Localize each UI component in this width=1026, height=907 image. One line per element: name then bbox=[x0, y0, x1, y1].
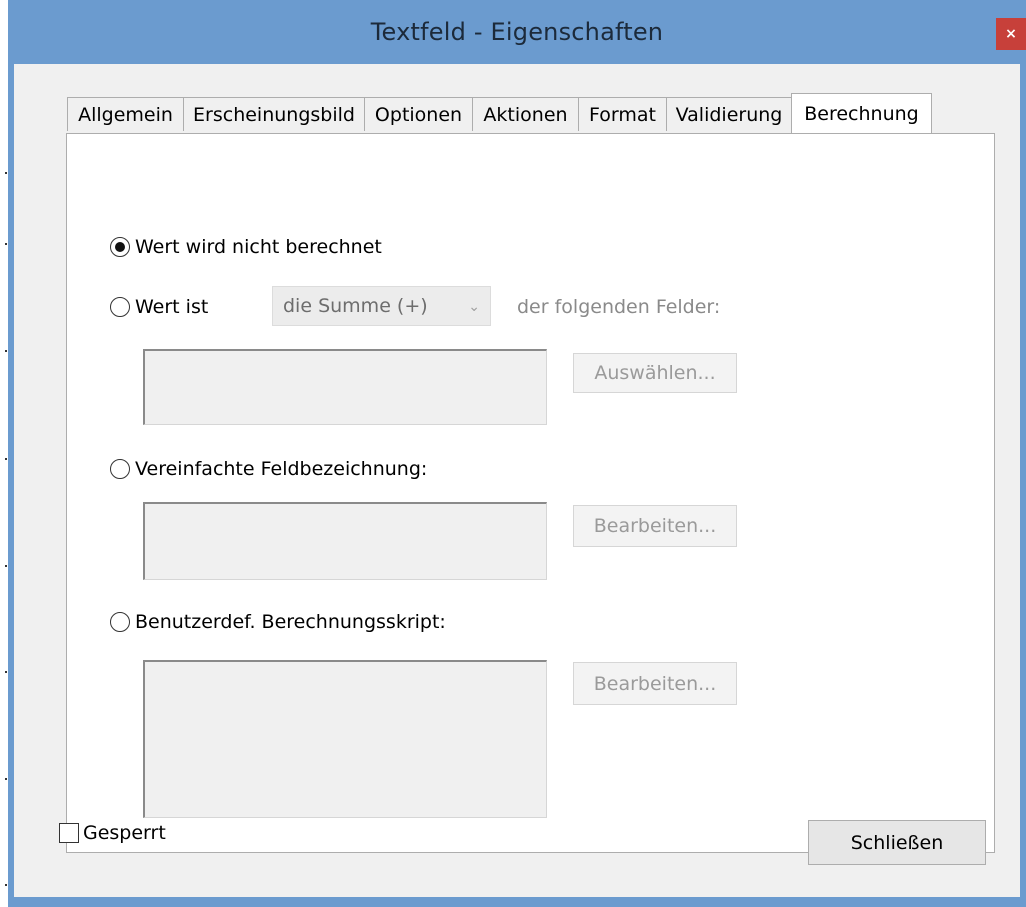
locked-checkbox[interactable] bbox=[59, 823, 79, 843]
edge-marker bbox=[5, 884, 7, 886]
operation-dropdown[interactable]: die Summe (+) ⌄ bbox=[272, 286, 491, 326]
locked-checkbox-row[interactable]: Gesperrt bbox=[59, 822, 166, 844]
option-not-calculated[interactable]: Wert wird nicht berechnet bbox=[110, 236, 382, 258]
tab-format[interactable]: Format bbox=[578, 97, 667, 131]
chevron-down-icon: ⌄ bbox=[468, 299, 480, 315]
edge-marker bbox=[5, 778, 7, 780]
dialog-body: Allgemein Erscheinungsbild Optionen Akti… bbox=[14, 64, 1020, 897]
operation-selected-value: die Summe (+) bbox=[283, 295, 428, 317]
tab-aktionen[interactable]: Aktionen bbox=[472, 97, 579, 131]
tab-optionen[interactable]: Optionen bbox=[364, 97, 473, 131]
fields-list-box[interactable] bbox=[143, 349, 547, 425]
edge-marker bbox=[5, 458, 7, 460]
edge-marker bbox=[5, 172, 7, 174]
tab-validierung[interactable]: Validierung bbox=[666, 97, 792, 131]
tab-berechnung[interactable]: Berechnung bbox=[791, 93, 932, 133]
edge-marker bbox=[5, 671, 7, 673]
dialog-window: Textfeld - Eigenschaften × Allgemein Ers… bbox=[8, 0, 1026, 907]
edit-script-button[interactable]: Bearbeiten... bbox=[573, 662, 737, 705]
edge-marker bbox=[5, 565, 7, 567]
option-custom-script[interactable]: Benutzerdef. Berechnungsskript: bbox=[110, 611, 446, 633]
window-title: Textfeld - Eigenschaften bbox=[370, 18, 664, 46]
radio-icon[interactable] bbox=[110, 297, 130, 317]
following-fields-label: der folgenden Felder: bbox=[517, 296, 721, 318]
option-not-calculated-label: Wert wird nicht berechnet bbox=[135, 236, 382, 258]
tab-erscheinungsbild[interactable]: Erscheinungsbild bbox=[183, 97, 365, 131]
option-value-is[interactable]: Wert ist bbox=[110, 296, 208, 318]
berechnung-panel: Wert wird nicht berechnet Wert ist die S… bbox=[66, 133, 995, 853]
title-bar[interactable]: Textfeld - Eigenschaften × bbox=[8, 0, 1026, 64]
edit-notation-button[interactable]: Bearbeiten... bbox=[573, 505, 737, 547]
close-button[interactable]: Schließen bbox=[808, 820, 986, 865]
radio-selected-icon[interactable] bbox=[110, 237, 130, 257]
select-fields-button[interactable]: Auswählen... bbox=[573, 353, 737, 393]
edge-marker bbox=[5, 243, 7, 245]
close-icon: × bbox=[1005, 26, 1017, 42]
simplified-notation-box[interactable] bbox=[143, 502, 547, 580]
edge-marker bbox=[5, 350, 7, 352]
custom-script-box[interactable] bbox=[143, 660, 547, 818]
close-window-button[interactable]: × bbox=[996, 18, 1026, 50]
option-simplified-notation[interactable]: Vereinfachte Feldbezeichnung: bbox=[110, 458, 427, 480]
option-simplified-notation-label: Vereinfachte Feldbezeichnung: bbox=[135, 458, 428, 480]
tab-allgemein[interactable]: Allgemein bbox=[67, 97, 184, 131]
radio-icon[interactable] bbox=[110, 459, 130, 479]
locked-label: Gesperrt bbox=[83, 822, 166, 844]
radio-icon[interactable] bbox=[110, 612, 130, 632]
option-value-is-label: Wert ist bbox=[135, 296, 209, 318]
option-custom-script-label: Benutzerdef. Berechnungsskript: bbox=[135, 611, 446, 633]
